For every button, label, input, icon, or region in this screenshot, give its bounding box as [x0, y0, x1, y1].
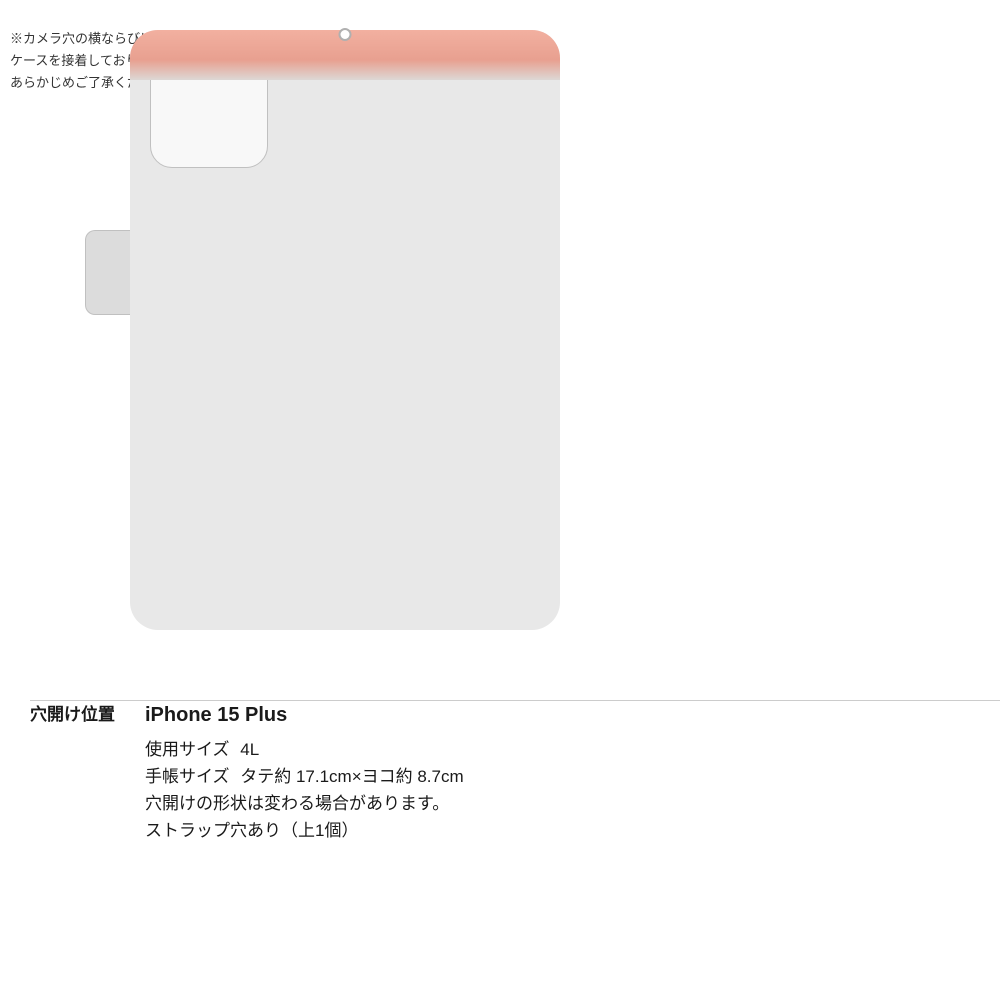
case-body: [130, 30, 560, 630]
case-pink-fold: [130, 30, 560, 80]
notebook-value: タテ約 17.1cm×ヨコ約 8.7cm: [240, 767, 463, 786]
info-section: 穴開け位置 iPhone 15 Plus 使用サイズ 4L 手帳サイズ タテ約 …: [30, 700, 970, 841]
hole-position-row: 穴開け位置 iPhone 15 Plus: [30, 700, 970, 731]
notebook-label: 手帳サイズ: [145, 767, 230, 786]
notebook-row: 手帳サイズ タテ約 17.1cm×ヨコ約 8.7cm: [145, 762, 970, 787]
size-value: 4L: [240, 740, 259, 759]
hole-position-label: 穴開け位置: [30, 700, 145, 725]
strap-hole: [339, 28, 352, 41]
page-container: ※カメラ穴の横ならびに上部は ケースを接着しておりません。 あらかじめご了承くだ…: [0, 0, 1000, 1000]
device-details: 使用サイズ 4L 手帳サイズ タテ約 17.1cm×ヨコ約 8.7cm 穴開けの…: [145, 735, 970, 841]
size-row: 使用サイズ 4L: [145, 735, 970, 760]
size-label: 使用サイズ: [145, 740, 230, 759]
device-name: iPhone 15 Plus: [145, 700, 287, 731]
strap-note: ストラップ穴あり（上1個）: [145, 816, 970, 841]
shape-note: 穴開けの形状は変わる場合があります。: [145, 789, 970, 814]
belt-loop: [85, 230, 130, 315]
case-illustration: [130, 30, 610, 640]
